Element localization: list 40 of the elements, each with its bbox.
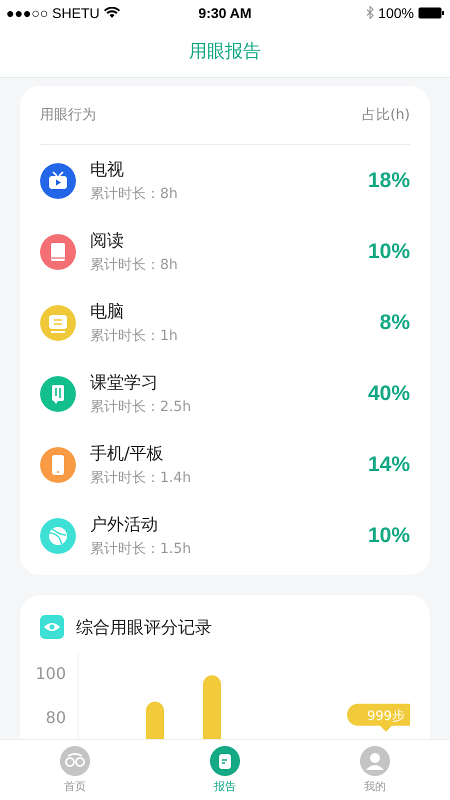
column-header: 用眼行为 <box>40 106 96 124</box>
tab-item[interactable]: 报告 <box>150 740 300 800</box>
column-header: 占比(h) <box>362 106 410 124</box>
glasses-icon <box>60 746 90 776</box>
bluetooth-icon <box>366 6 374 19</box>
steps-tooltip: 999步 <box>347 704 410 732</box>
score-bar <box>146 702 164 739</box>
axis-label: 100 <box>35 664 66 683</box>
axis-label: 80 <box>46 708 66 727</box>
clipboard-icon <box>210 746 240 776</box>
activity-name: 课堂学习 <box>90 372 159 394</box>
tab-item[interactable]: 首页 <box>0 740 150 800</box>
page-title: 用眼报告 <box>189 40 261 63</box>
tab-item[interactable]: 我的 <box>300 740 450 800</box>
clock-text: 9:30 AM <box>198 4 252 20</box>
score-bar <box>203 675 221 739</box>
duration-text: 累计时长：2.5h <box>90 398 192 416</box>
share-percent: 8% <box>380 310 410 334</box>
eye-icon <box>40 615 64 639</box>
duration-text: 累计时长：1h <box>90 327 179 345</box>
carrier-text: ●●●○○ SHETU <box>6 4 100 20</box>
share-percent: 40% <box>368 382 410 406</box>
share-percent: 10% <box>368 240 410 264</box>
battery-text: 100% <box>378 4 414 20</box>
share-percent: 18% <box>368 168 410 192</box>
user-icon <box>360 746 390 776</box>
activity-name: 电脑 <box>90 301 125 323</box>
share-percent: 10% <box>368 524 410 548</box>
activity-name: 电视 <box>90 159 125 181</box>
activity-name: 户外活动 <box>90 514 159 536</box>
section-title: 综合用眼评分记录 <box>76 616 212 638</box>
duration-text: 累计时长：8h <box>90 256 179 274</box>
wifi-icon <box>104 6 120 18</box>
activity-name: 手机/平板 <box>90 443 165 465</box>
duration-text: 累计时长：1.5h <box>90 540 192 558</box>
activity-name: 阅读 <box>90 230 125 252</box>
share-percent: 14% <box>368 452 410 476</box>
battery-icon <box>418 6 444 18</box>
duration-text: 累计时长：8h <box>90 185 179 203</box>
duration-text: 累计时长：1.4h <box>90 469 192 487</box>
